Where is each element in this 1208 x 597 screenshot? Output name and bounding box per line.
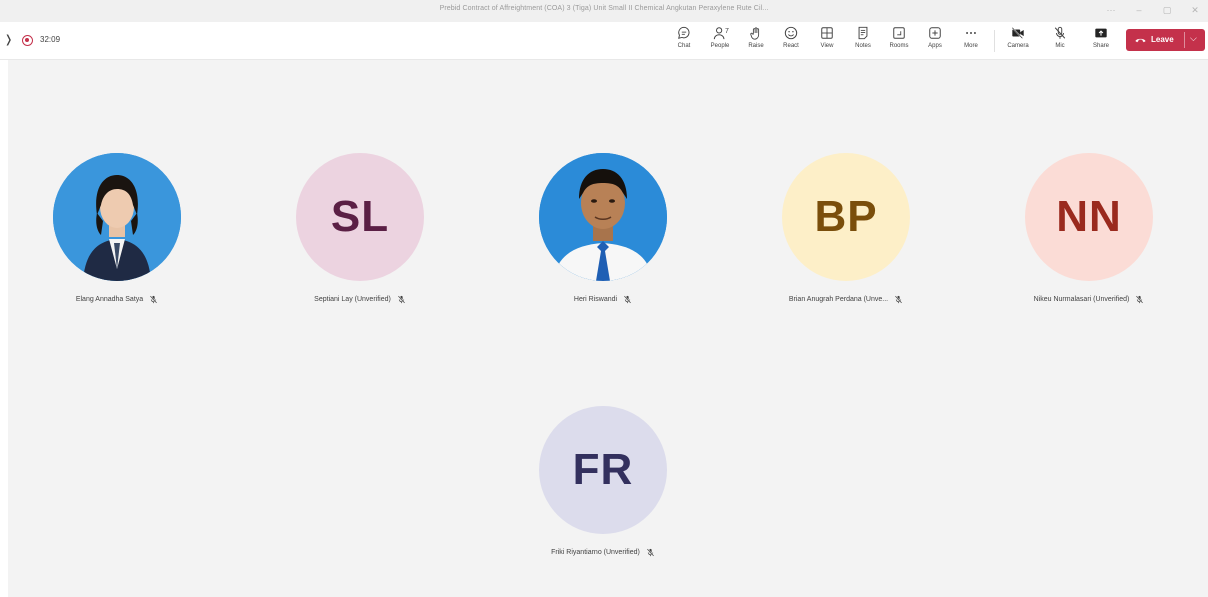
notes-label: Notes [855,43,871,49]
participant-name-row: Heri Riswandi [493,295,713,304]
mic-label: Mic [1055,43,1065,49]
close-button[interactable]: ✕ [1188,3,1202,17]
mic-off-icon [1136,295,1144,304]
share-button[interactable]: Share [1084,26,1118,56]
share-icon [1095,28,1107,38]
leave-button[interactable]: Leave ⌵ [1126,29,1205,51]
participant-initials: FR [572,445,634,494]
window-title: Prebid Contract of Affreightment (COA) 3… [439,5,769,12]
participant-tile[interactable]: Elang Annadha Satya [7,153,227,304]
maximize-button[interactable]: ▢ [1160,3,1174,17]
window-controls: ··· – ▢ ✕ [1104,3,1202,17]
participant-initials: SL [330,192,390,241]
participant-name-row: Brian Anugrah Perdana (Unve... [736,295,956,304]
rooms-icon [893,27,905,39]
apps-icon [929,27,941,39]
mic-off-icon [646,548,654,557]
meeting-timer: 32:09 [40,35,61,44]
back-icon[interactable]: ❭ [4,33,13,46]
share-label: Share [1092,43,1109,49]
notes-button[interactable]: Notes [846,26,880,56]
person-photo-icon [53,153,181,281]
participant-avatar: BP [782,153,910,281]
people-label: People [710,43,730,49]
view-button[interactable]: View [810,26,844,56]
mic-off-icon [1054,26,1066,39]
participant-name: Heri Riswandi [573,296,618,303]
participant-tile[interactable]: SL Septiani Lay (Unverified) [250,153,470,304]
camera-off-icon [1011,27,1024,39]
meeting-stage: Elang Annadha Satya SL Septiani Lay (Unv… [8,60,1208,597]
participant-name: Friki Riyantiarno (Unverified) [551,549,640,556]
participant-name-row: Friki Riyantiarno (Unverified) [493,548,713,557]
apps-button[interactable]: Apps [918,26,952,56]
participant-name: Septiani Lay (Unverified) [314,296,391,303]
participant-name: Nikeu Nurmalasari (Unverified) [1033,296,1130,303]
leave-label: Leave [1151,35,1174,44]
participant-tile[interactable]: BP Brian Anugrah Perdana (Unve... [736,153,956,304]
participant-avatar: FR [539,406,667,534]
leave-divider [1184,32,1185,48]
meeting-toolbar: ❭ 32:09 Chat 7 People Raise React View N… [0,22,1208,65]
participant-avatar: NN [1025,153,1153,281]
mic-off-icon [623,295,632,304]
react-label: React [783,43,799,49]
raise-hand-icon [750,27,760,40]
participant-initials: BP [814,192,878,241]
participant-tile[interactable]: Heri Riswandi [493,153,713,304]
camera-button[interactable]: Camera [1001,26,1035,56]
participant-name-row: Nikeu Nurmalasari (Unverified) [979,295,1199,304]
people-count-badge: 7 [725,28,729,35]
participant-photo [53,153,181,281]
mic-off-icon [150,295,158,304]
participant-initials: NN [1056,192,1122,241]
mic-off-icon [894,295,903,304]
window-title-bar: Prebid Contract of Affreightment (COA) 3… [0,0,1208,22]
camera-label: Camera [1007,43,1029,49]
toolbar-divider [994,30,995,52]
participant-name-row: Elang Annadha Satya [7,295,227,304]
leave-options-chevron-icon[interactable]: ⌵ [1190,33,1197,44]
react-button[interactable]: React [774,26,808,56]
participant-avatar: SL [296,153,424,281]
chat-icon [678,26,690,39]
participant-tile[interactable]: FR Friki Riyantiarno (Unverified) [493,406,713,557]
chat-button[interactable]: Chat [667,26,701,56]
more-icon [966,32,976,34]
rooms-label: Rooms [889,43,909,49]
mic-button[interactable]: Mic [1043,26,1077,56]
mic-off-icon [397,295,405,304]
view-label: View [820,43,834,49]
recording-icon [22,35,33,46]
participant-name-row: Septiani Lay (Unverified) [250,295,470,304]
view-grid-icon [821,27,833,39]
hang-up-icon [1135,38,1146,43]
more-options-icon[interactable]: ··· [1104,3,1118,17]
apps-label: Apps [928,43,942,49]
participant-name: Elang Annadha Satya [75,296,144,303]
react-icon [784,26,798,40]
participant-tile[interactable]: NN Nikeu Nurmalasari (Unverified) [979,153,1199,304]
rooms-button[interactable]: Rooms [882,26,916,56]
chat-label: Chat [677,43,691,49]
more-label: More [964,43,978,49]
raise-label: Raise [748,43,764,49]
participant-photo [539,153,667,281]
participant-name: Brian Anugrah Perdana (Unve... [788,296,889,303]
person-photo-icon [539,153,667,281]
notes-icon [858,26,868,40]
people-button[interactable]: 7 People [703,26,737,56]
more-button[interactable]: More [954,26,988,56]
minimize-button[interactable]: – [1132,3,1146,17]
raise-hand-button[interactable]: Raise [739,26,773,56]
